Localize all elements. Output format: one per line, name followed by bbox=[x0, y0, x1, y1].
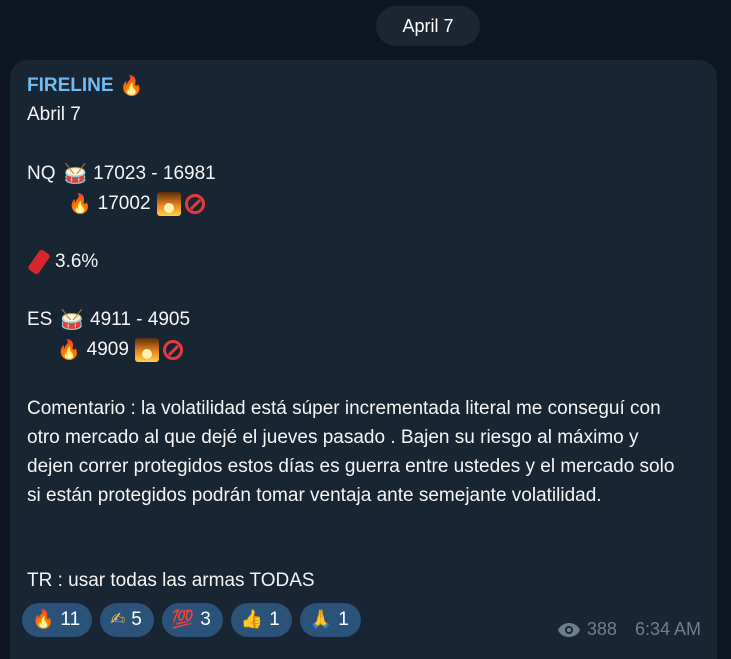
fire-icon: 🔥 bbox=[57, 339, 81, 361]
sender-label: FIRELINE bbox=[27, 75, 114, 96]
message-bubble[interactable]: FIRELINE 🔥 Abril 7 NQ 🥁 17023 - 16981 🔥 … bbox=[10, 60, 717, 659]
comment-text: Comentario : la volatilidad está súper i… bbox=[27, 398, 675, 506]
sunrise-icon bbox=[156, 192, 181, 216]
view-count: 388 bbox=[586, 619, 617, 639]
fire-icon: 🔥 bbox=[32, 609, 55, 630]
message-subtitle: Abril 7 bbox=[27, 104, 81, 125]
tr-text: TR : usar todas las armas TODAS bbox=[27, 570, 315, 591]
nq-level-line: 🔥 17002 bbox=[68, 192, 205, 216]
es-label: ES bbox=[27, 309, 53, 330]
message-time: 6:34 AM bbox=[634, 619, 701, 639]
no-entry-icon bbox=[162, 340, 183, 360]
drum-icon: 🥁 bbox=[63, 163, 88, 185]
nq-level: 17002 bbox=[97, 193, 151, 214]
reactions-bar: 🔥 11 ✍ 5 💯 3 👍 1 🙏 1 bbox=[22, 603, 361, 637]
reaction-count: 11 bbox=[60, 609, 81, 630]
chat-view: April 7 FIRELINE 🔥 Abril 7 NQ 🥁 17023 - … bbox=[0, 0, 731, 659]
drum-icon: 🥁 bbox=[60, 309, 85, 331]
date-separator: April 7 bbox=[376, 6, 480, 46]
reaction-fire[interactable]: 🔥 11 bbox=[22, 603, 93, 637]
eye-icon bbox=[557, 622, 580, 637]
sender-name[interactable]: FIRELINE 🔥 bbox=[27, 74, 143, 98]
es-level: 4909 bbox=[86, 339, 129, 360]
es-line: ES 🥁 4911 - 4905 bbox=[27, 308, 190, 332]
no-entry-icon bbox=[184, 194, 205, 214]
nq-line: NQ 🥁 17023 - 16981 bbox=[27, 162, 216, 186]
writing-hand-icon: ✍ bbox=[110, 609, 126, 630]
reaction-thumbs-up[interactable]: 👍 1 bbox=[230, 603, 292, 637]
es-range: 4911 - 4905 bbox=[90, 309, 191, 330]
dynamite-line: 3.6% bbox=[27, 248, 99, 276]
reaction-hundred[interactable]: 💯 3 bbox=[161, 603, 223, 637]
reaction-count: 5 bbox=[131, 609, 142, 630]
reaction-count: 3 bbox=[200, 609, 211, 630]
reaction-count: 1 bbox=[338, 609, 349, 630]
sunrise-icon bbox=[134, 338, 159, 362]
thumbs-up-icon: 👍 bbox=[240, 609, 264, 630]
nq-range: 17023 - 16981 bbox=[93, 163, 216, 184]
folded-hands-icon: 🙏 bbox=[309, 609, 333, 630]
hundred-icon: 💯 bbox=[171, 609, 195, 630]
reaction-count: 1 bbox=[269, 609, 280, 630]
es-level-line: 🔥 4909 bbox=[57, 338, 183, 362]
reaction-folded-hands[interactable]: 🙏 1 bbox=[299, 603, 361, 637]
dynamite-icon bbox=[27, 248, 51, 276]
message-meta: 388 6:34 AM bbox=[557, 619, 701, 640]
fire-icon: 🔥 bbox=[68, 193, 92, 215]
nq-label: NQ bbox=[27, 163, 56, 184]
reaction-writing-hand[interactable]: ✍ 5 bbox=[100, 603, 154, 637]
fire-icon: 🔥 bbox=[119, 76, 144, 97]
dynamite-value: 3.6% bbox=[55, 251, 99, 272]
